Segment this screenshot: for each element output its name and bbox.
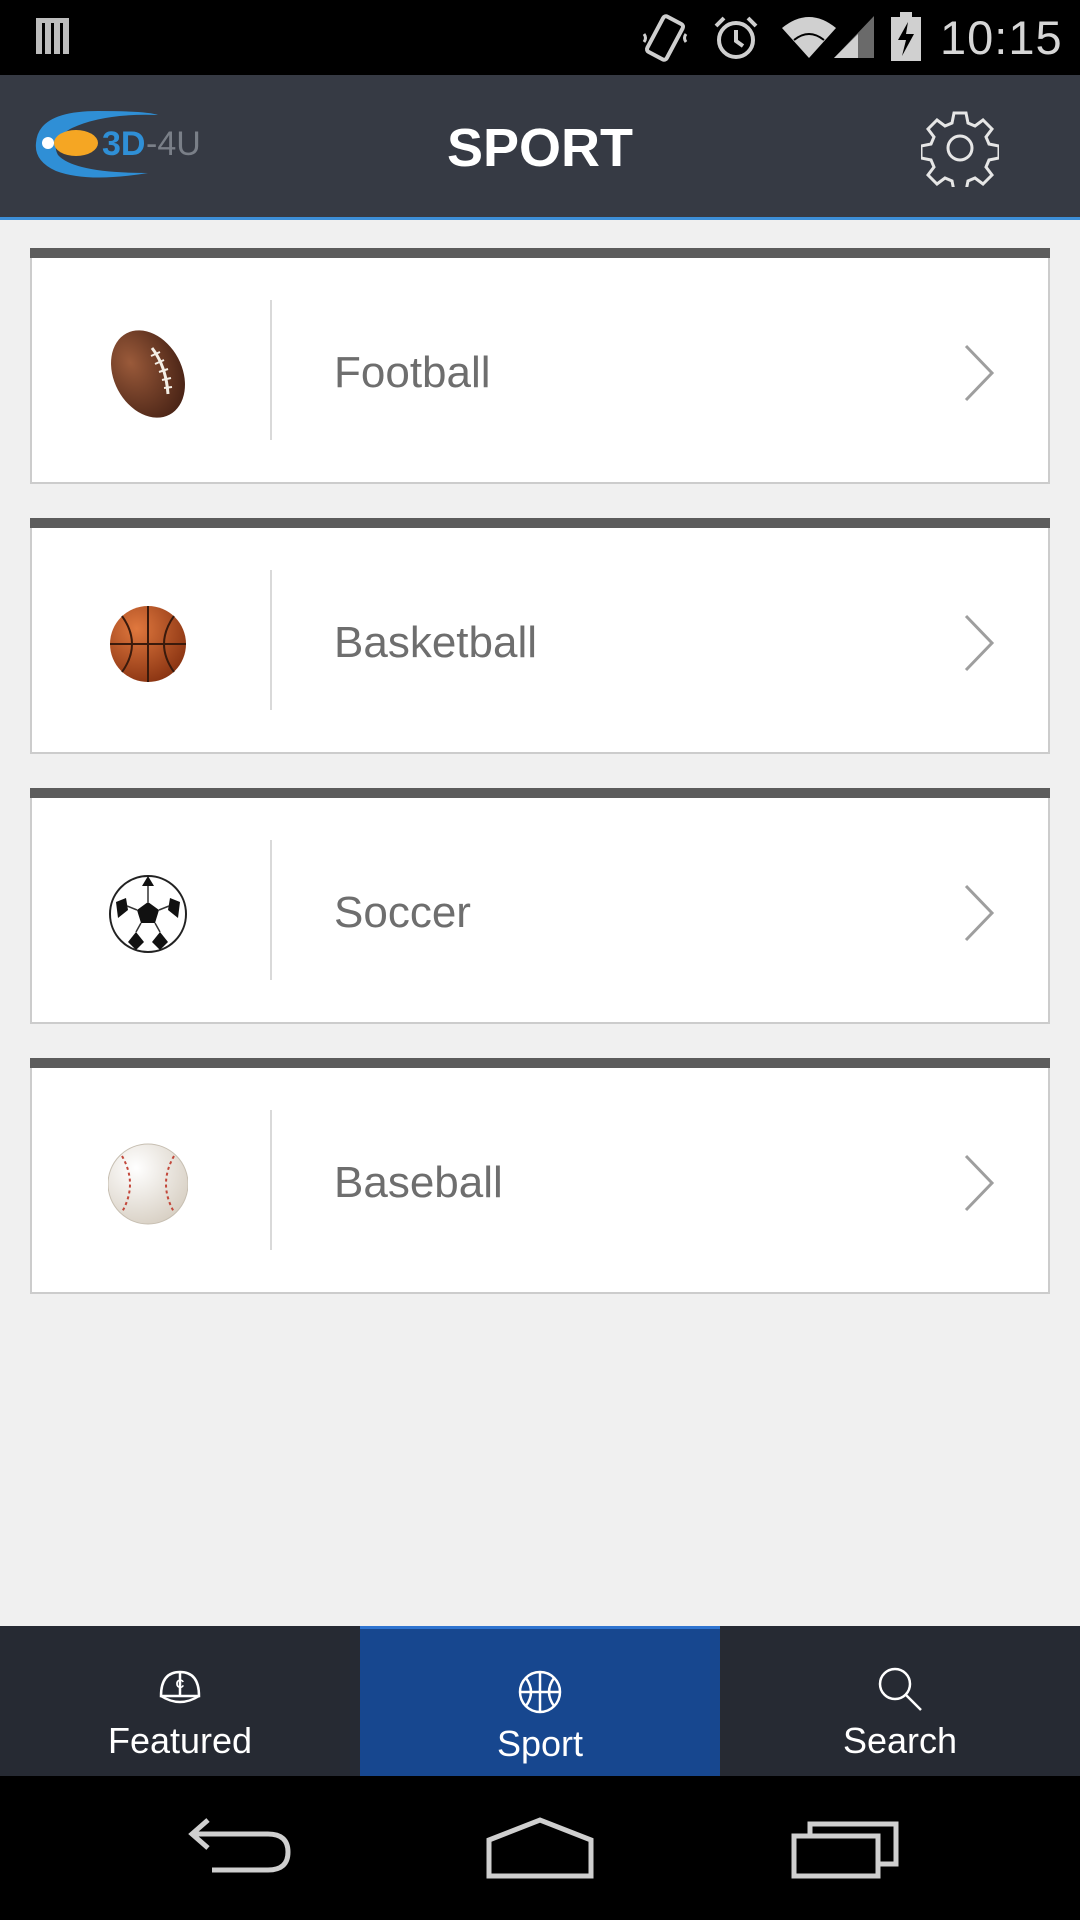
list-item-soccer[interactable]: Soccer	[30, 788, 1050, 1024]
back-icon[interactable]	[176, 1806, 306, 1890]
list-item-baseball[interactable]: Baseball	[30, 1058, 1050, 1294]
status-bar: 10:15	[0, 0, 1080, 75]
cap-icon: C	[159, 1670, 201, 1704]
tab-search[interactable]: Search	[720, 1626, 1080, 1776]
list-item-basketball[interactable]: Basketball	[30, 518, 1050, 754]
card-top-border	[30, 518, 1050, 528]
wifi-icon	[782, 17, 836, 58]
tab-sport[interactable]: Sport	[360, 1626, 720, 1776]
item-divider	[270, 570, 272, 710]
item-label: Football	[334, 348, 491, 397]
search-icon	[878, 1667, 922, 1711]
card-top-border	[30, 248, 1050, 258]
settings-button[interactable]	[914, 105, 1006, 191]
svg-text:-4U: -4U	[146, 125, 201, 163]
item-label: Soccer	[334, 888, 471, 937]
basketball-icon	[518, 1670, 562, 1714]
item-label: Baseball	[334, 1158, 503, 1207]
card-top-border	[30, 788, 1050, 798]
status-clock: 10:15	[940, 11, 1063, 64]
gear-icon	[921, 111, 999, 187]
item-divider	[270, 300, 272, 440]
tab-featured[interactable]: C Featured	[0, 1626, 360, 1776]
chevron-right-icon	[964, 884, 995, 942]
battery-charging-icon	[891, 12, 921, 61]
alarm-icon	[714, 16, 758, 59]
svg-text:C: C	[176, 1677, 185, 1691]
page-title: SPORT	[446, 118, 634, 178]
notification-icon	[36, 18, 69, 54]
svg-text:3D: 3D	[102, 125, 145, 163]
tab-label: Search	[842, 1720, 958, 1761]
recents-icon[interactable]	[780, 1806, 910, 1890]
list-item-football[interactable]: Football	[30, 248, 1050, 484]
home-icon[interactable]	[475, 1806, 605, 1890]
soccer-ball-icon	[109, 875, 187, 953]
app-logo: 3D -4U	[35, 111, 201, 178]
tab-label: Featured	[107, 1720, 253, 1761]
basketball-icon	[110, 606, 186, 682]
baseball-icon	[108, 1143, 188, 1225]
vibrate-icon	[642, 14, 688, 62]
card-top-border	[30, 1058, 1050, 1068]
football-icon	[111, 330, 185, 418]
app-bar: 3D -4U SPORT	[0, 75, 1080, 220]
system-navigation-bar	[0, 1776, 1080, 1920]
chevron-right-icon	[964, 344, 995, 402]
bottom-navigation: C Featured Sport Search	[0, 1626, 1080, 1776]
item-divider	[270, 1110, 272, 1250]
chevron-right-icon	[964, 1154, 995, 1212]
signal-icon	[834, 16, 874, 58]
item-label: Basketball	[334, 618, 538, 667]
tab-label: Sport	[496, 1723, 584, 1764]
chevron-right-icon	[964, 614, 995, 672]
item-divider	[270, 840, 272, 980]
